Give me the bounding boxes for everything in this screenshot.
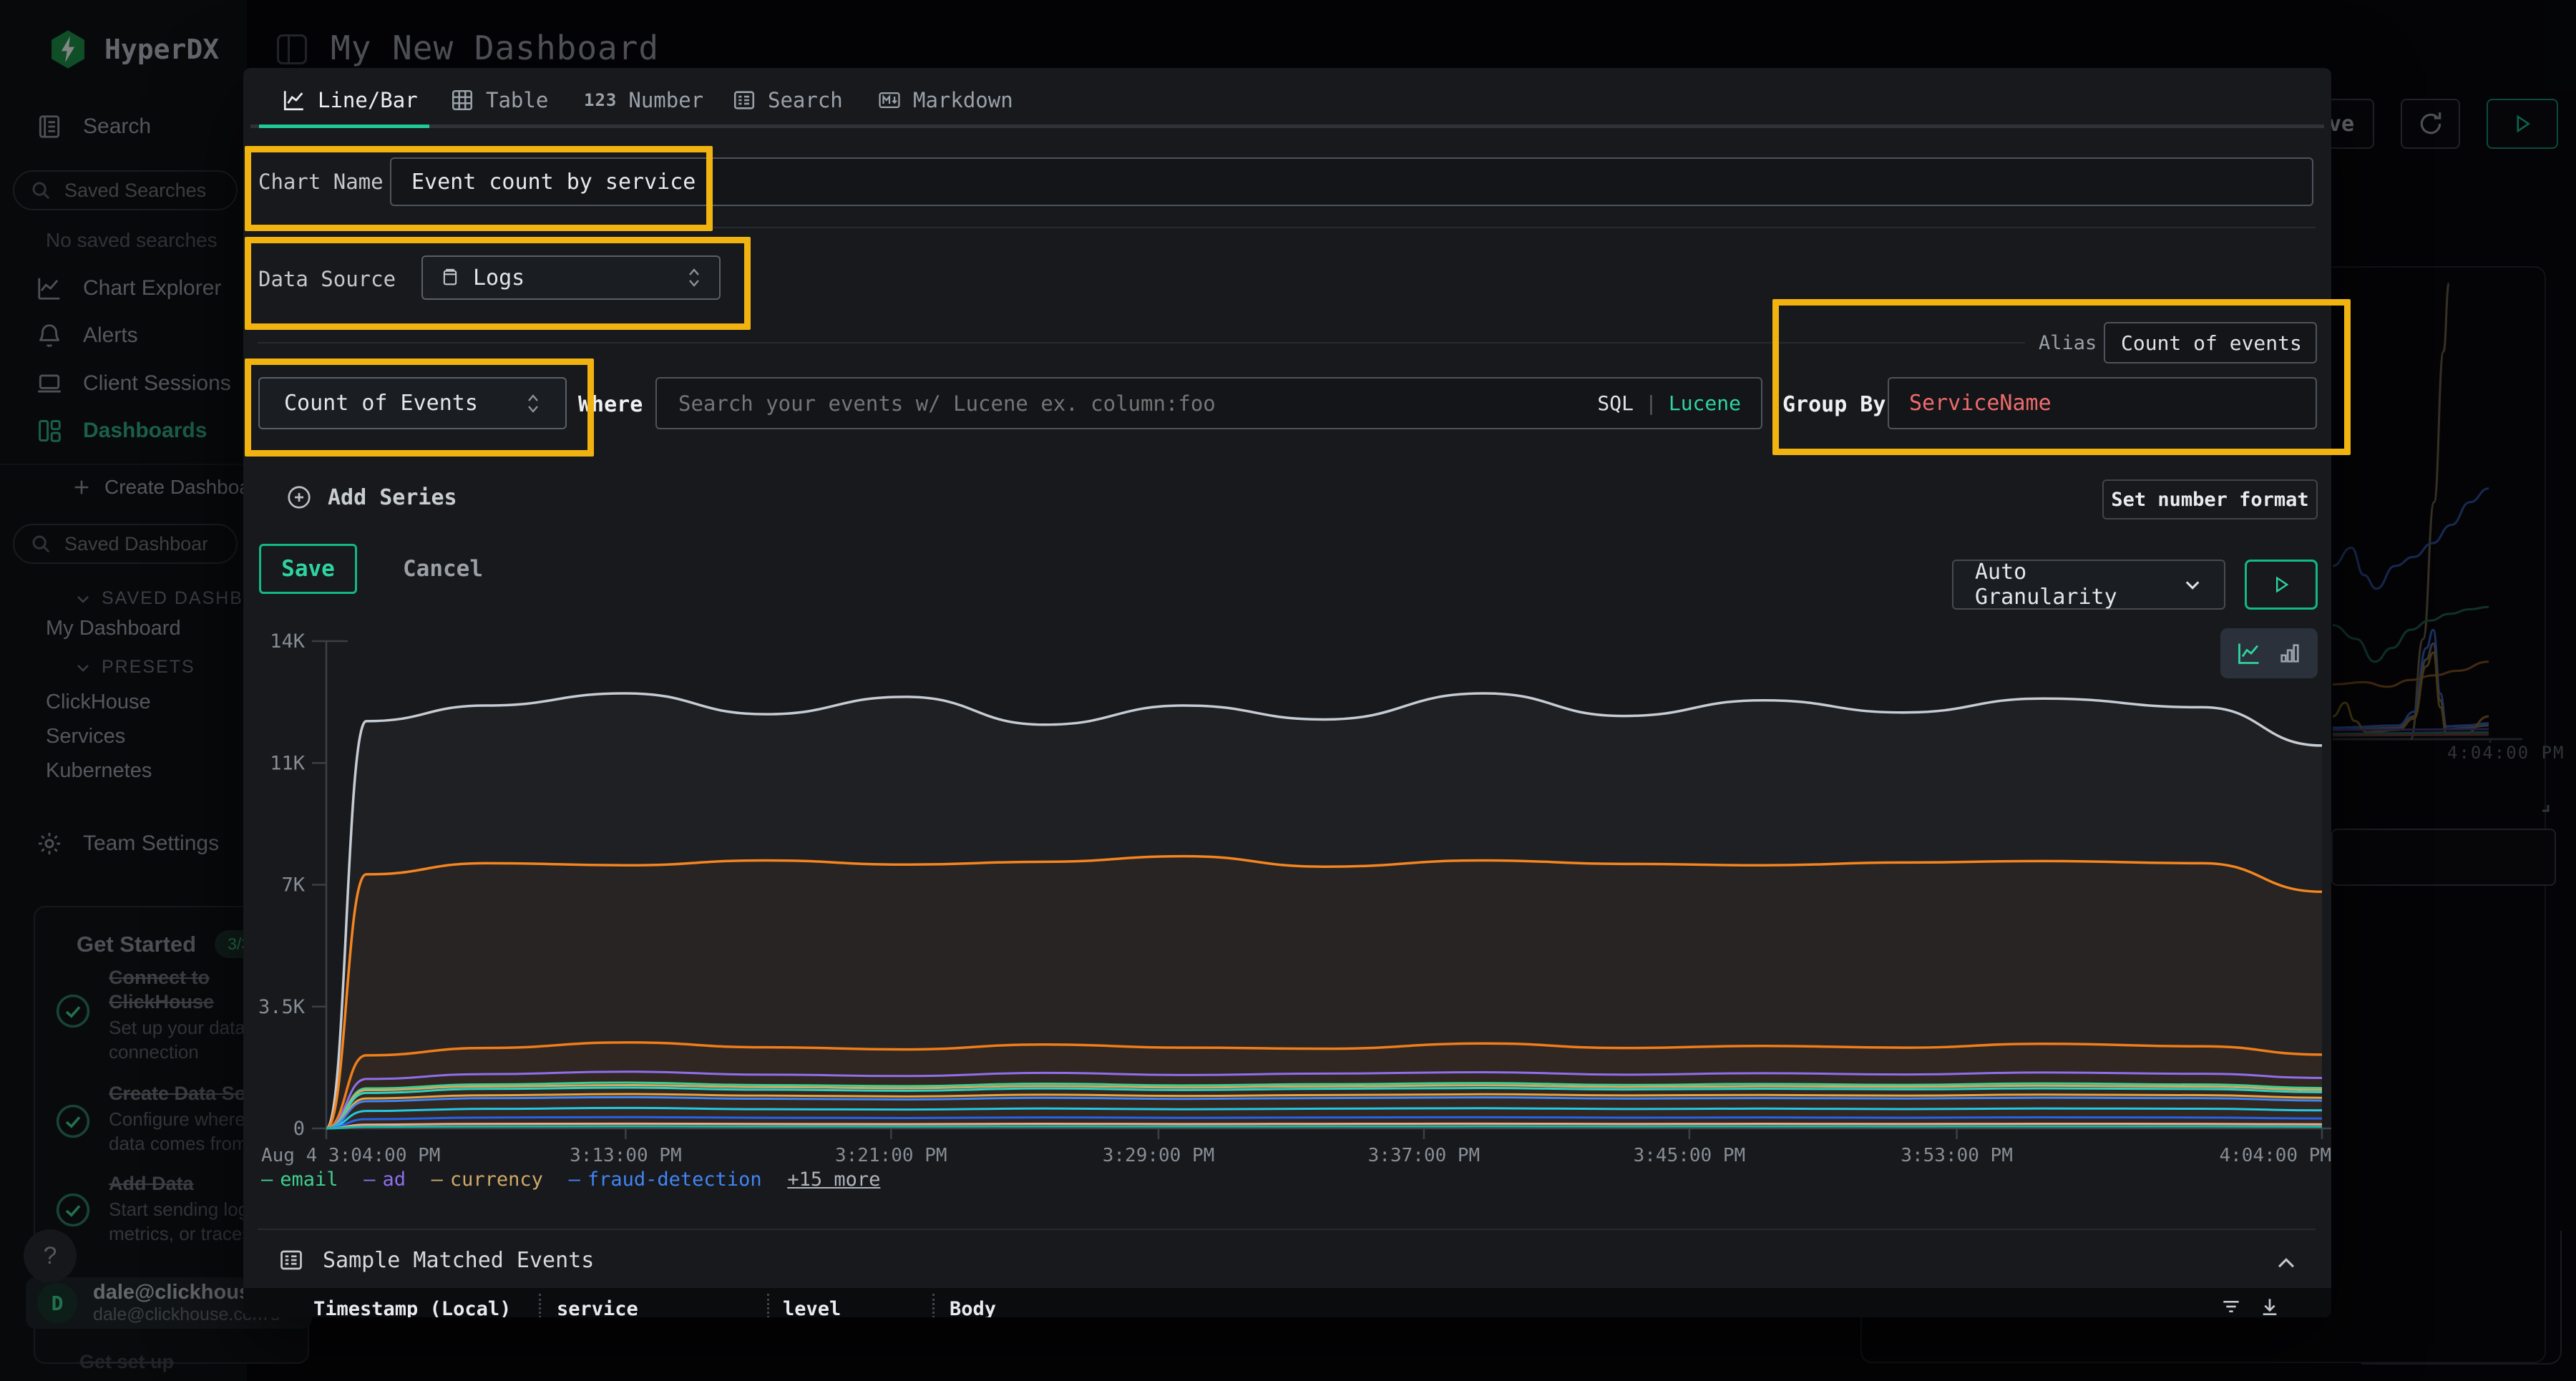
cancel-label: Cancel [403, 556, 483, 582]
add-series-label: Add Series [328, 485, 457, 510]
markdown-icon [877, 88, 902, 112]
filter-icon[interactable] [2220, 1295, 2243, 1317]
save-button[interactable]: Save [259, 544, 357, 594]
svg-text:3:45:00 PM: 3:45:00 PM [1634, 1145, 1746, 1166]
sql-toggle[interactable]: SQL [1597, 391, 1634, 415]
set-number-format-button[interactable]: Set number format [2102, 479, 2318, 519]
number-123-icon: 123 [584, 90, 617, 110]
column-header-timestamp[interactable]: Timestamp (Local) [313, 1298, 511, 1317]
legend-more-label: +15 more [787, 1168, 880, 1191]
tab-line-bar[interactable]: Line/Bar [282, 88, 418, 112]
list-icon [278, 1247, 304, 1273]
tab-active-underline [259, 125, 429, 128]
column-header-body[interactable]: Body [950, 1298, 996, 1317]
svg-text:3.5K: 3.5K [258, 996, 306, 1018]
app-root: My New Dashboard Save 4:04:00 PM [0, 0, 2576, 1381]
tab-label: Table [486, 88, 548, 112]
legend-dash: — [431, 1168, 443, 1191]
sample-events-title: Sample Matched Events [323, 1248, 594, 1273]
svg-text:7K: 7K [281, 874, 305, 897]
tab-label: Number [628, 88, 703, 112]
column-separator[interactable] [932, 1294, 935, 1317]
line-chart-icon [282, 88, 306, 112]
svg-text:3:53:00 PM: 3:53:00 PM [1901, 1145, 2013, 1166]
chart-legend: — email — ad — currency — fraud-detectio… [261, 1168, 899, 1191]
play-icon [2271, 575, 2291, 595]
table-icon [450, 88, 474, 112]
legend-dash: — [569, 1168, 580, 1191]
svg-text:11K: 11K [270, 752, 306, 774]
svg-text:3:21:00 PM: 3:21:00 PM [835, 1145, 947, 1166]
cancel-button[interactable]: Cancel [403, 556, 483, 582]
column-separator[interactable] [767, 1294, 769, 1317]
legend-item[interactable]: — ad [364, 1168, 406, 1191]
annotation-chart-name [245, 146, 713, 231]
tab-table[interactable]: Table [450, 88, 548, 112]
column-separator[interactable] [539, 1294, 541, 1317]
legend-series-name: ad [382, 1168, 406, 1191]
search-list-icon [732, 88, 756, 112]
tab-track [250, 125, 2324, 128]
where-input[interactable] [677, 391, 1583, 416]
add-series-button[interactable]: Add Series [286, 484, 457, 510]
tab-label: Line/Bar [318, 88, 418, 112]
set-number-format-label: Set number format [2111, 489, 2308, 511]
download-icon[interactable] [2258, 1295, 2281, 1317]
column-header-service[interactable]: service [557, 1298, 638, 1317]
main-chart[interactable]: 0 3.5K 7K 11K 14K Aug 4 3:04:00 PM 3:13:00 PM 3… [243, 630, 2331, 1173]
tab-label: Markdown [913, 88, 1013, 112]
save-label: Save [281, 556, 335, 582]
column-header-level[interactable]: level [783, 1298, 841, 1317]
sample-events-divider [258, 1229, 2316, 1230]
legend-series-name: currency [450, 1168, 543, 1191]
legend-dash: — [261, 1168, 273, 1191]
svg-text:14K: 14K [270, 630, 306, 653]
tab-search[interactable]: Search [732, 88, 843, 112]
sample-events-table-header: Timestamp (Local) service level Body [243, 1288, 2331, 1317]
legend-item[interactable]: — currency [431, 1168, 543, 1191]
annotation-aggregation [245, 358, 594, 457]
chevron-down-icon [2182, 574, 2202, 595]
tab-number[interactable]: 123 Number [584, 88, 703, 112]
svg-text:3:37:00 PM: 3:37:00 PM [1368, 1145, 1480, 1166]
legend-more-link[interactable]: +15 more [787, 1168, 880, 1191]
run-query-button[interactable] [2245, 560, 2318, 610]
svg-text:3:13:00 PM: 3:13:00 PM [570, 1145, 682, 1166]
svg-text:3:29:00 PM: 3:29:00 PM [1103, 1145, 1215, 1166]
legend-series-name: email [280, 1168, 338, 1191]
legend-series-name: fraud-detection [587, 1168, 762, 1191]
lucene-toggle[interactable]: Lucene [1669, 391, 1741, 415]
language-toggle[interactable]: SQL | Lucene [1597, 391, 1741, 415]
sample-events-header[interactable]: Sample Matched Events [278, 1247, 594, 1273]
svg-text:Aug 4 3:04:00 PM: Aug 4 3:04:00 PM [261, 1145, 440, 1166]
legend-item[interactable]: — fraud-detection [569, 1168, 762, 1191]
legend-item[interactable]: — email [261, 1168, 338, 1191]
collapse-chevron-up-icon[interactable] [2274, 1251, 2298, 1276]
tab-label: Search [768, 88, 843, 112]
tab-markdown[interactable]: Markdown [877, 88, 1013, 112]
legend-dash: — [364, 1168, 375, 1191]
svg-text:0: 0 [293, 1118, 305, 1140]
granularity-value: Auto Granularity [1975, 560, 2170, 610]
tab-bar: Line/Bar Table 123 Number Search [243, 68, 2331, 129]
annotation-data-source [245, 237, 751, 330]
granularity-select[interactable]: Auto Granularity [1952, 560, 2225, 610]
language-toggle-divider: | [1645, 391, 1657, 415]
plus-circle-icon [286, 484, 312, 510]
annotation-alias-group-by [1772, 299, 2351, 455]
series-divider [258, 342, 2025, 343]
svg-text:4:04:00 PM: 4:04:00 PM [2219, 1145, 2331, 1166]
where-input-wrap[interactable]: SQL | Lucene [655, 377, 1762, 429]
